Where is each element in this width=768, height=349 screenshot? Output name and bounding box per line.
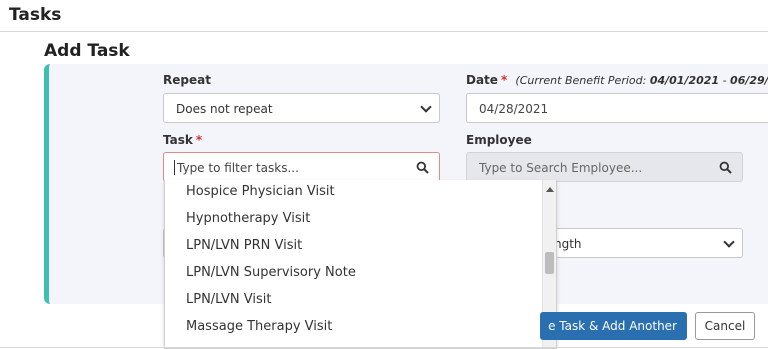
task-option[interactable]: LPN/LVN PRN Visit [165, 232, 543, 259]
repeat-label: Repeat [163, 73, 211, 87]
date-label-text: Date [466, 73, 498, 87]
task-label-text: Task [163, 133, 193, 147]
repeat-select[interactable]: Does not repeat [163, 93, 440, 123]
page-title: Tasks [9, 5, 62, 25]
date-input[interactable]: 04/28/2021 [466, 93, 768, 123]
text-cursor [174, 160, 175, 175]
scroll-up-arrow-icon[interactable] [546, 187, 554, 192]
task-option[interactable]: LPN/LVN Visit [165, 286, 543, 313]
cancel-button[interactable]: Cancel [695, 312, 755, 340]
employee-search-placeholder: Type to Search Employee... [479, 161, 643, 175]
employee-label: Employee [466, 133, 532, 147]
employee-label-text: Employee [466, 133, 532, 147]
save-and-add-another-button[interactable]: e Task & Add Another [540, 312, 687, 340]
benefit-period-start: 04/01/2021 [649, 74, 720, 87]
scrollbar-thumb[interactable] [545, 252, 554, 274]
required-mark: * [195, 133, 203, 147]
benefit-period-prefix: (Current Benefit Period: [515, 74, 650, 87]
length-select[interactable]: ngth [530, 228, 743, 258]
task-option[interactable]: Hypnotherapy Visit [165, 205, 543, 232]
benefit-period-sep: - [719, 74, 731, 87]
chevron-down-icon [723, 236, 735, 248]
chevron-down-icon [420, 101, 432, 113]
date-label: Date * (Current Benefit Period: 04/01/202… [466, 73, 768, 87]
task-option[interactable]: LPN/LVN Supervisory Note [165, 259, 543, 286]
search-icon [416, 161, 429, 174]
repeat-label-text: Repeat [163, 73, 211, 87]
employee-search-input[interactable]: Type to Search Employee... [466, 152, 743, 182]
top-bar: Tasks [0, 0, 768, 32]
task-options-list: Hospice Physician Visit Hypnotherapy Vis… [165, 180, 543, 340]
task-option[interactable]: Massage Therapy Visit [165, 313, 543, 340]
repeat-select-value: Does not repeat [176, 102, 273, 116]
benefit-period-end: 06/29/202 [730, 74, 768, 87]
date-input-value: 04/28/2021 [479, 102, 549, 116]
section-title: Add Task [44, 41, 130, 61]
task-dropdown: Hospice Physician Visit Hypnotherapy Vis… [164, 180, 557, 349]
search-icon [719, 161, 732, 174]
task-filter-placeholder: Type to filter tasks... [177, 161, 299, 175]
required-mark: * [500, 73, 508, 87]
task-filter-input[interactable]: Type to filter tasks... [163, 152, 440, 182]
task-option[interactable]: Hospice Physician Visit [165, 180, 543, 205]
benefit-period: (Current Benefit Period: 04/01/2021 - 06… [515, 74, 768, 87]
length-select-value: ngth [554, 237, 582, 251]
divider [0, 347, 768, 348]
task-label: Task * [163, 133, 202, 147]
